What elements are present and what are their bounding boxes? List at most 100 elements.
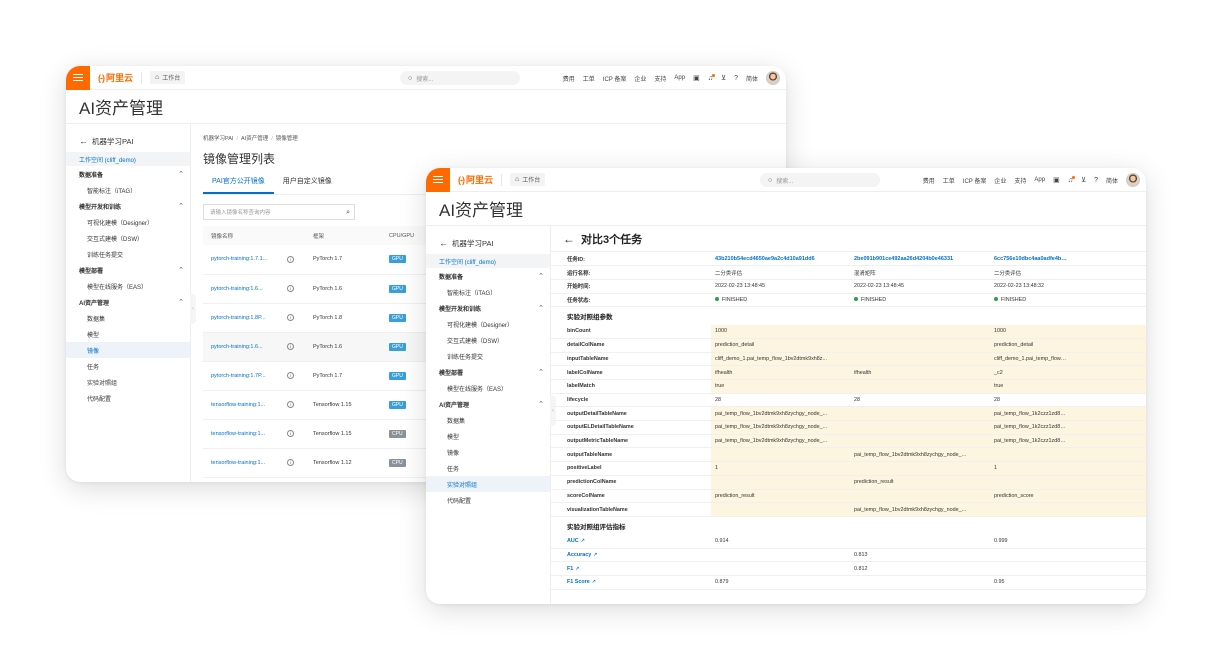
image-search-input[interactable]: 请输入镜像名称查询内容 ⌕	[203, 204, 355, 220]
help-icon[interactable]: ?	[734, 75, 738, 82]
info-icon[interactable]: i	[287, 343, 294, 350]
info-icon[interactable]: i	[287, 401, 294, 408]
hamburger-menu-button[interactable]	[426, 168, 450, 192]
info-icon[interactable]: i	[287, 459, 294, 466]
language-switch[interactable]: 简体	[746, 74, 758, 83]
image-name-link[interactable]: pytorch-training:1.6...	[203, 274, 279, 304]
sidebar-group-deploy[interactable]: 模型部署 ⌃	[66, 262, 190, 278]
hamburger-menu-button[interactable]	[66, 66, 90, 90]
image-name-link[interactable]: tensorflow-training:1...	[203, 419, 279, 449]
bell-icon[interactable]: ♫	[708, 73, 716, 82]
sidebar-item-dsw[interactable]: 交互式建模（DSW）	[66, 230, 190, 246]
row-key[interactable]: Accuracy ↗	[551, 548, 711, 563]
workbench-button[interactable]: ⌂ 工作台	[510, 173, 546, 186]
toplink-app[interactable]: App	[674, 75, 685, 81]
toplink-billing[interactable]: 费用	[923, 176, 935, 185]
sidebar-item-dsw[interactable]: 交互式建模（DSW）	[426, 332, 550, 348]
value-cell: FINISHED	[850, 293, 990, 308]
toplink-app[interactable]: App	[1034, 177, 1045, 183]
image-name-link[interactable]: pytorch-training:1.7.1...	[203, 245, 279, 275]
sidebar-item-designer[interactable]: 可视化建模（Designer）	[66, 214, 190, 230]
bell-icon[interactable]: ♫	[1068, 175, 1076, 184]
breadcrumb-pai[interactable]: 机器学习PAI	[203, 136, 233, 142]
toplink-icp[interactable]: ICP 备案	[603, 74, 627, 83]
image-name-link[interactable]: pytorch-training:1.7P...	[203, 361, 279, 391]
global-search-input[interactable]: ○ 搜索...	[760, 173, 880, 187]
sidebar-item-designer[interactable]: 可视化建模（Designer）	[426, 316, 550, 332]
toplink-icp[interactable]: ICP 备案	[963, 176, 987, 185]
sidebar-item-itag[interactable]: 智能标注（iTAG）	[66, 182, 190, 198]
toplink-support[interactable]: 支持	[1014, 176, 1026, 185]
sidebar-item-jobs[interactable]: 任务	[426, 460, 550, 476]
back-to-pai-link[interactable]: ← 机器学习PAI	[66, 134, 190, 148]
workspace-selector[interactable]: 工作空间 (cliff_demo)	[426, 254, 550, 268]
tab-official-images[interactable]: PAI官方公开镜像	[203, 176, 274, 194]
sidebar-group-data-prep[interactable]: 数据准备 ⌃	[426, 268, 550, 284]
avatar[interactable]	[766, 71, 780, 85]
image-name-link[interactable]: pytorch-training:1.6...	[203, 332, 279, 362]
value-cell	[711, 447, 850, 463]
sidebar-item-code-config[interactable]: 代码配置	[426, 492, 550, 508]
info-icon[interactable]: i	[287, 430, 294, 437]
back-to-pai-link[interactable]: ← 机器学习PAI	[426, 236, 550, 250]
toplink-ticket[interactable]: 工单	[583, 74, 595, 83]
chart-icon[interactable]: ↗	[581, 538, 585, 544]
info-icon[interactable]: i	[287, 255, 294, 263]
sidebar-group-data-prep[interactable]: 数据准备 ⌃	[66, 166, 190, 182]
toplink-billing[interactable]: 费用	[563, 74, 575, 83]
toplink-ticket[interactable]: 工单	[943, 176, 955, 185]
toplink-enterprise[interactable]: 企业	[994, 176, 1006, 185]
sidebar-item-models[interactable]: 模型	[426, 428, 550, 444]
row-key[interactable]: AUC ↗	[551, 534, 711, 549]
image-name-link[interactable]: tensorflow-training:1...	[203, 390, 279, 420]
sidebar-item-datasets[interactable]: 数据集	[426, 412, 550, 428]
workspace-selector[interactable]: 工作空间 (cliff_demo)	[66, 152, 190, 166]
sidebar-item-code-config[interactable]: 代码配置	[66, 390, 190, 406]
sidebar-group-ai-assets[interactable]: AI资产管理 ⌃	[426, 396, 550, 412]
sidebar-item-eas[interactable]: 模型在线服务（EAS）	[426, 380, 550, 396]
back-arrow-icon[interactable]: ←	[563, 232, 575, 246]
sidebar-group-dev-train[interactable]: 模型开发和训练 ⌃	[66, 198, 190, 214]
sidebar-item-images[interactable]: 镜像	[426, 444, 550, 460]
info-icon[interactable]: i	[287, 285, 294, 292]
cart-icon[interactable]: ⊻	[721, 75, 726, 82]
search-icon[interactable]: ⌕	[346, 209, 350, 216]
sidebar-item-experiments[interactable]: 实验对照组	[66, 374, 190, 390]
terminal-icon[interactable]: ▣	[693, 75, 700, 82]
image-name-link[interactable]: tensorflow-training:1...	[203, 448, 279, 478]
sidebar-item-models[interactable]: 模型	[66, 326, 190, 342]
chart-icon[interactable]: ↗	[575, 566, 579, 572]
sidebar-item-datasets[interactable]: 数据集	[66, 310, 190, 326]
chart-icon[interactable]: ↗	[593, 552, 597, 558]
row-key[interactable]: F1 Score ↗	[551, 575, 711, 590]
sidebar-item-eas[interactable]: 模型在线服务（EAS）	[66, 278, 190, 294]
sidebar-item-experiments[interactable]: 实验对照组	[426, 476, 550, 492]
aliyun-logo[interactable]: (-) 阿里云	[98, 71, 133, 84]
info-icon[interactable]: i	[287, 314, 294, 321]
terminal-icon[interactable]: ▣	[1053, 177, 1060, 184]
sidebar-group-ai-assets[interactable]: AI资产管理 ⌃	[66, 294, 190, 310]
cart-icon[interactable]: ⊻	[1081, 177, 1086, 184]
toplink-enterprise[interactable]: 企业	[634, 74, 646, 83]
sidebar-group-deploy[interactable]: 模型部署 ⌃	[426, 364, 550, 380]
aliyun-logo[interactable]: (-) 阿里云	[458, 173, 493, 186]
sidebar-group-dev-train[interactable]: 模型开发和训练 ⌃	[426, 300, 550, 316]
sidebar-item-itag[interactable]: 智能标注（iTAG）	[426, 284, 550, 300]
tab-custom-images[interactable]: 用户自定义镜像	[274, 176, 341, 194]
language-switch[interactable]: 简体	[1106, 176, 1118, 185]
sidebar-item-jobs[interactable]: 任务	[66, 358, 190, 374]
row-key[interactable]: F1 ↗	[551, 561, 711, 576]
value-cell: 二分类评估	[711, 265, 850, 280]
image-name-link[interactable]: pytorch-training:1.8P...	[203, 303, 279, 333]
sidebar-item-training-job[interactable]: 训练任务提交	[426, 348, 550, 364]
avatar[interactable]	[1126, 173, 1140, 187]
breadcrumb-ai-assets[interactable]: AI资产管理	[241, 136, 268, 142]
sidebar-item-images[interactable]: 镜像	[66, 342, 190, 358]
sidebar-item-training-job[interactable]: 训练任务提交	[66, 246, 190, 262]
chart-icon[interactable]: ↗	[592, 579, 596, 585]
workbench-button[interactable]: ⌂ 工作台	[150, 71, 186, 84]
help-icon[interactable]: ?	[1094, 177, 1098, 184]
global-search-input[interactable]: ○ 搜索...	[400, 71, 520, 85]
toplink-support[interactable]: 支持	[654, 74, 666, 83]
info-icon[interactable]: i	[287, 372, 294, 379]
